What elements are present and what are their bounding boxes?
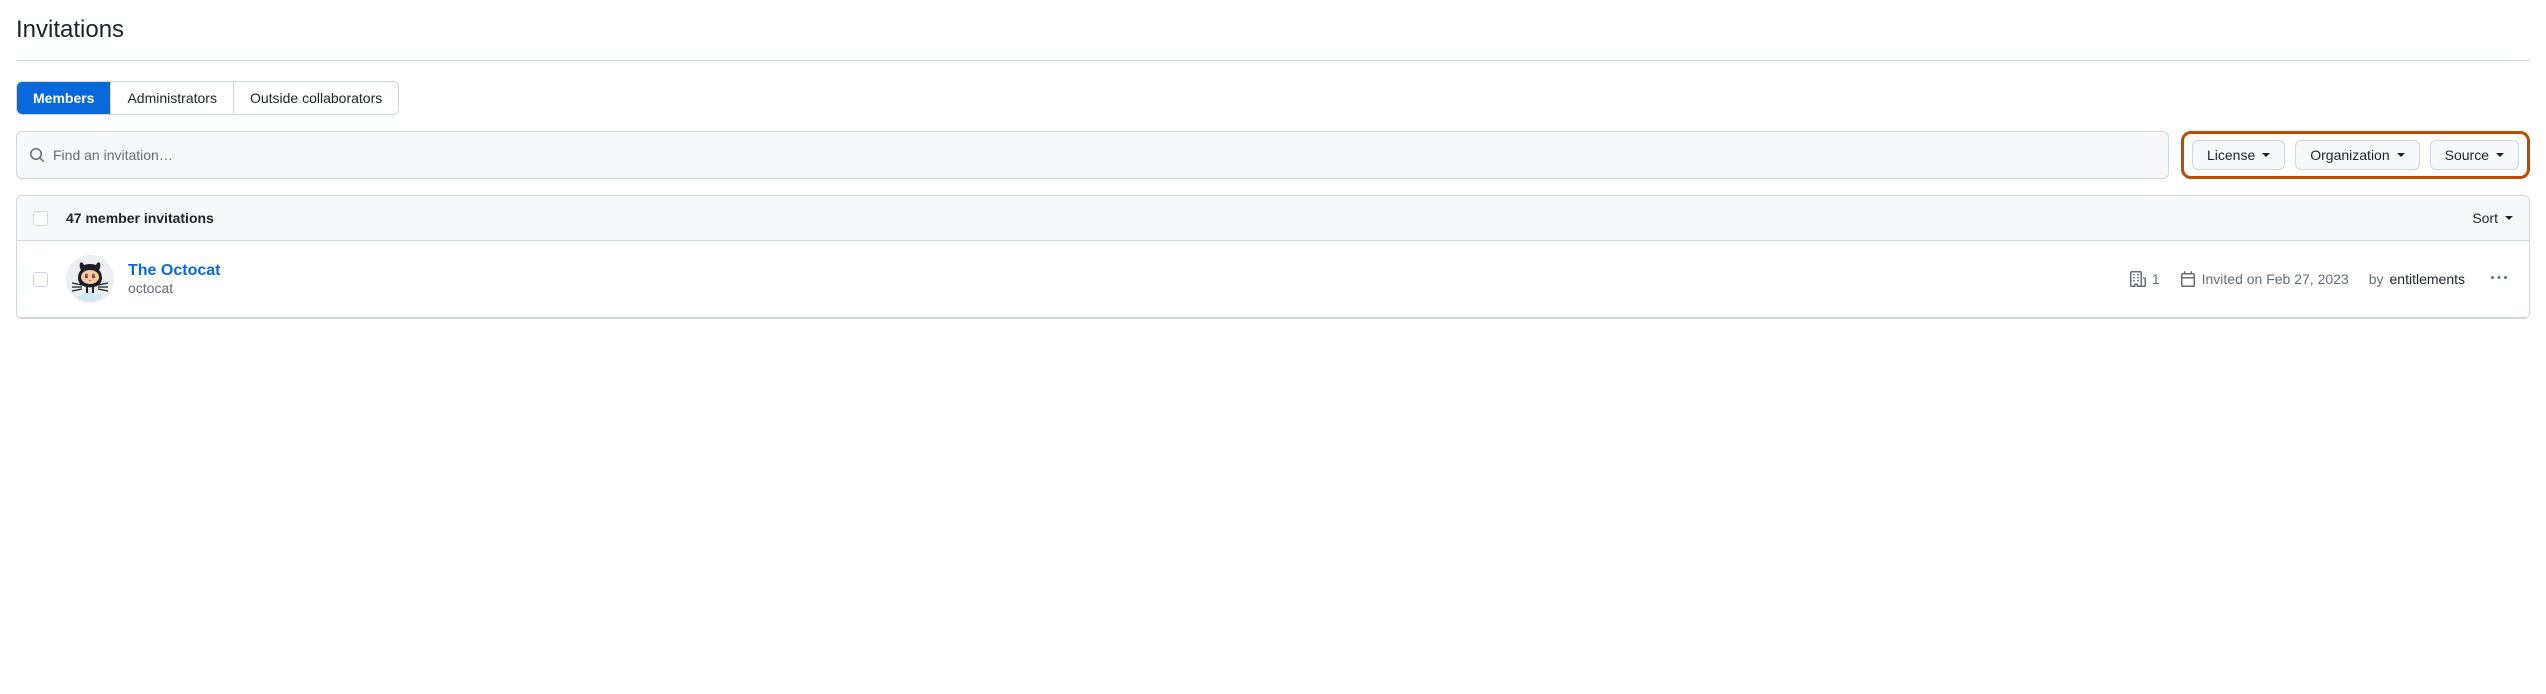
filter-license-label: License <box>2207 147 2255 163</box>
filter-buttons-highlight: License Organization Source <box>2181 131 2530 179</box>
caret-down-icon <box>2505 216 2513 220</box>
org-count-value: 1 <box>2152 271 2160 287</box>
by-value: entitlements <box>2390 271 2465 287</box>
tab-administrators[interactable]: Administrators <box>111 82 233 114</box>
row-checkbox[interactable] <box>33 272 48 287</box>
invited-date: Invited on Feb 27, 2023 <box>2180 271 2349 287</box>
filter-license-button[interactable]: License <box>2192 140 2285 170</box>
by-prefix: by <box>2369 271 2384 287</box>
kebab-horizontal-icon <box>2491 270 2507 286</box>
tab-members[interactable]: Members <box>17 82 111 114</box>
avatar <box>66 255 114 303</box>
divider <box>16 60 2530 61</box>
row-meta: 1 Invited on Feb 27, 2023 by entitlement… <box>2130 271 2465 287</box>
search-input[interactable] <box>53 147 2156 163</box>
organization-icon <box>2130 271 2146 287</box>
select-all-checkbox[interactable] <box>33 211 48 226</box>
tabs: Members Administrators Outside collabora… <box>16 81 399 115</box>
user-login: octocat <box>128 280 2130 296</box>
filter-organization-label: Organization <box>2310 147 2389 163</box>
caret-down-icon <box>2262 153 2270 157</box>
list-item: The Octocat octocat 1 Invited on Feb 27,… <box>17 241 2529 318</box>
filter-source-button[interactable]: Source <box>2430 140 2519 170</box>
caret-down-icon <box>2397 153 2405 157</box>
invitations-list: 47 member invitations Sort The <box>16 195 2530 319</box>
sort-button[interactable]: Sort <box>2472 210 2513 226</box>
invited-by: by entitlements <box>2369 271 2465 287</box>
octocat-avatar-icon <box>66 255 114 303</box>
user-info: The Octocat octocat <box>128 262 2130 296</box>
invited-date-text: Invited on Feb 27, 2023 <box>2202 271 2349 287</box>
filter-row: License Organization Source <box>16 131 2530 179</box>
row-actions-button[interactable] <box>2485 264 2513 295</box>
tab-outside-collaborators[interactable]: Outside collaborators <box>234 82 398 114</box>
sort-label: Sort <box>2472 210 2498 226</box>
page-title: Invitations <box>16 16 2530 44</box>
caret-down-icon <box>2496 153 2504 157</box>
list-header: 47 member invitations Sort <box>17 196 2529 241</box>
filter-source-label: Source <box>2445 147 2489 163</box>
user-name-link[interactable]: The Octocat <box>128 262 220 279</box>
filter-organization-button[interactable]: Organization <box>2295 140 2419 170</box>
search-wrap <box>16 131 2169 179</box>
org-count: 1 <box>2130 271 2160 287</box>
calendar-icon <box>2180 271 2196 287</box>
search-icon <box>29 147 45 163</box>
invitation-count: 47 member invitations <box>66 210 2472 226</box>
